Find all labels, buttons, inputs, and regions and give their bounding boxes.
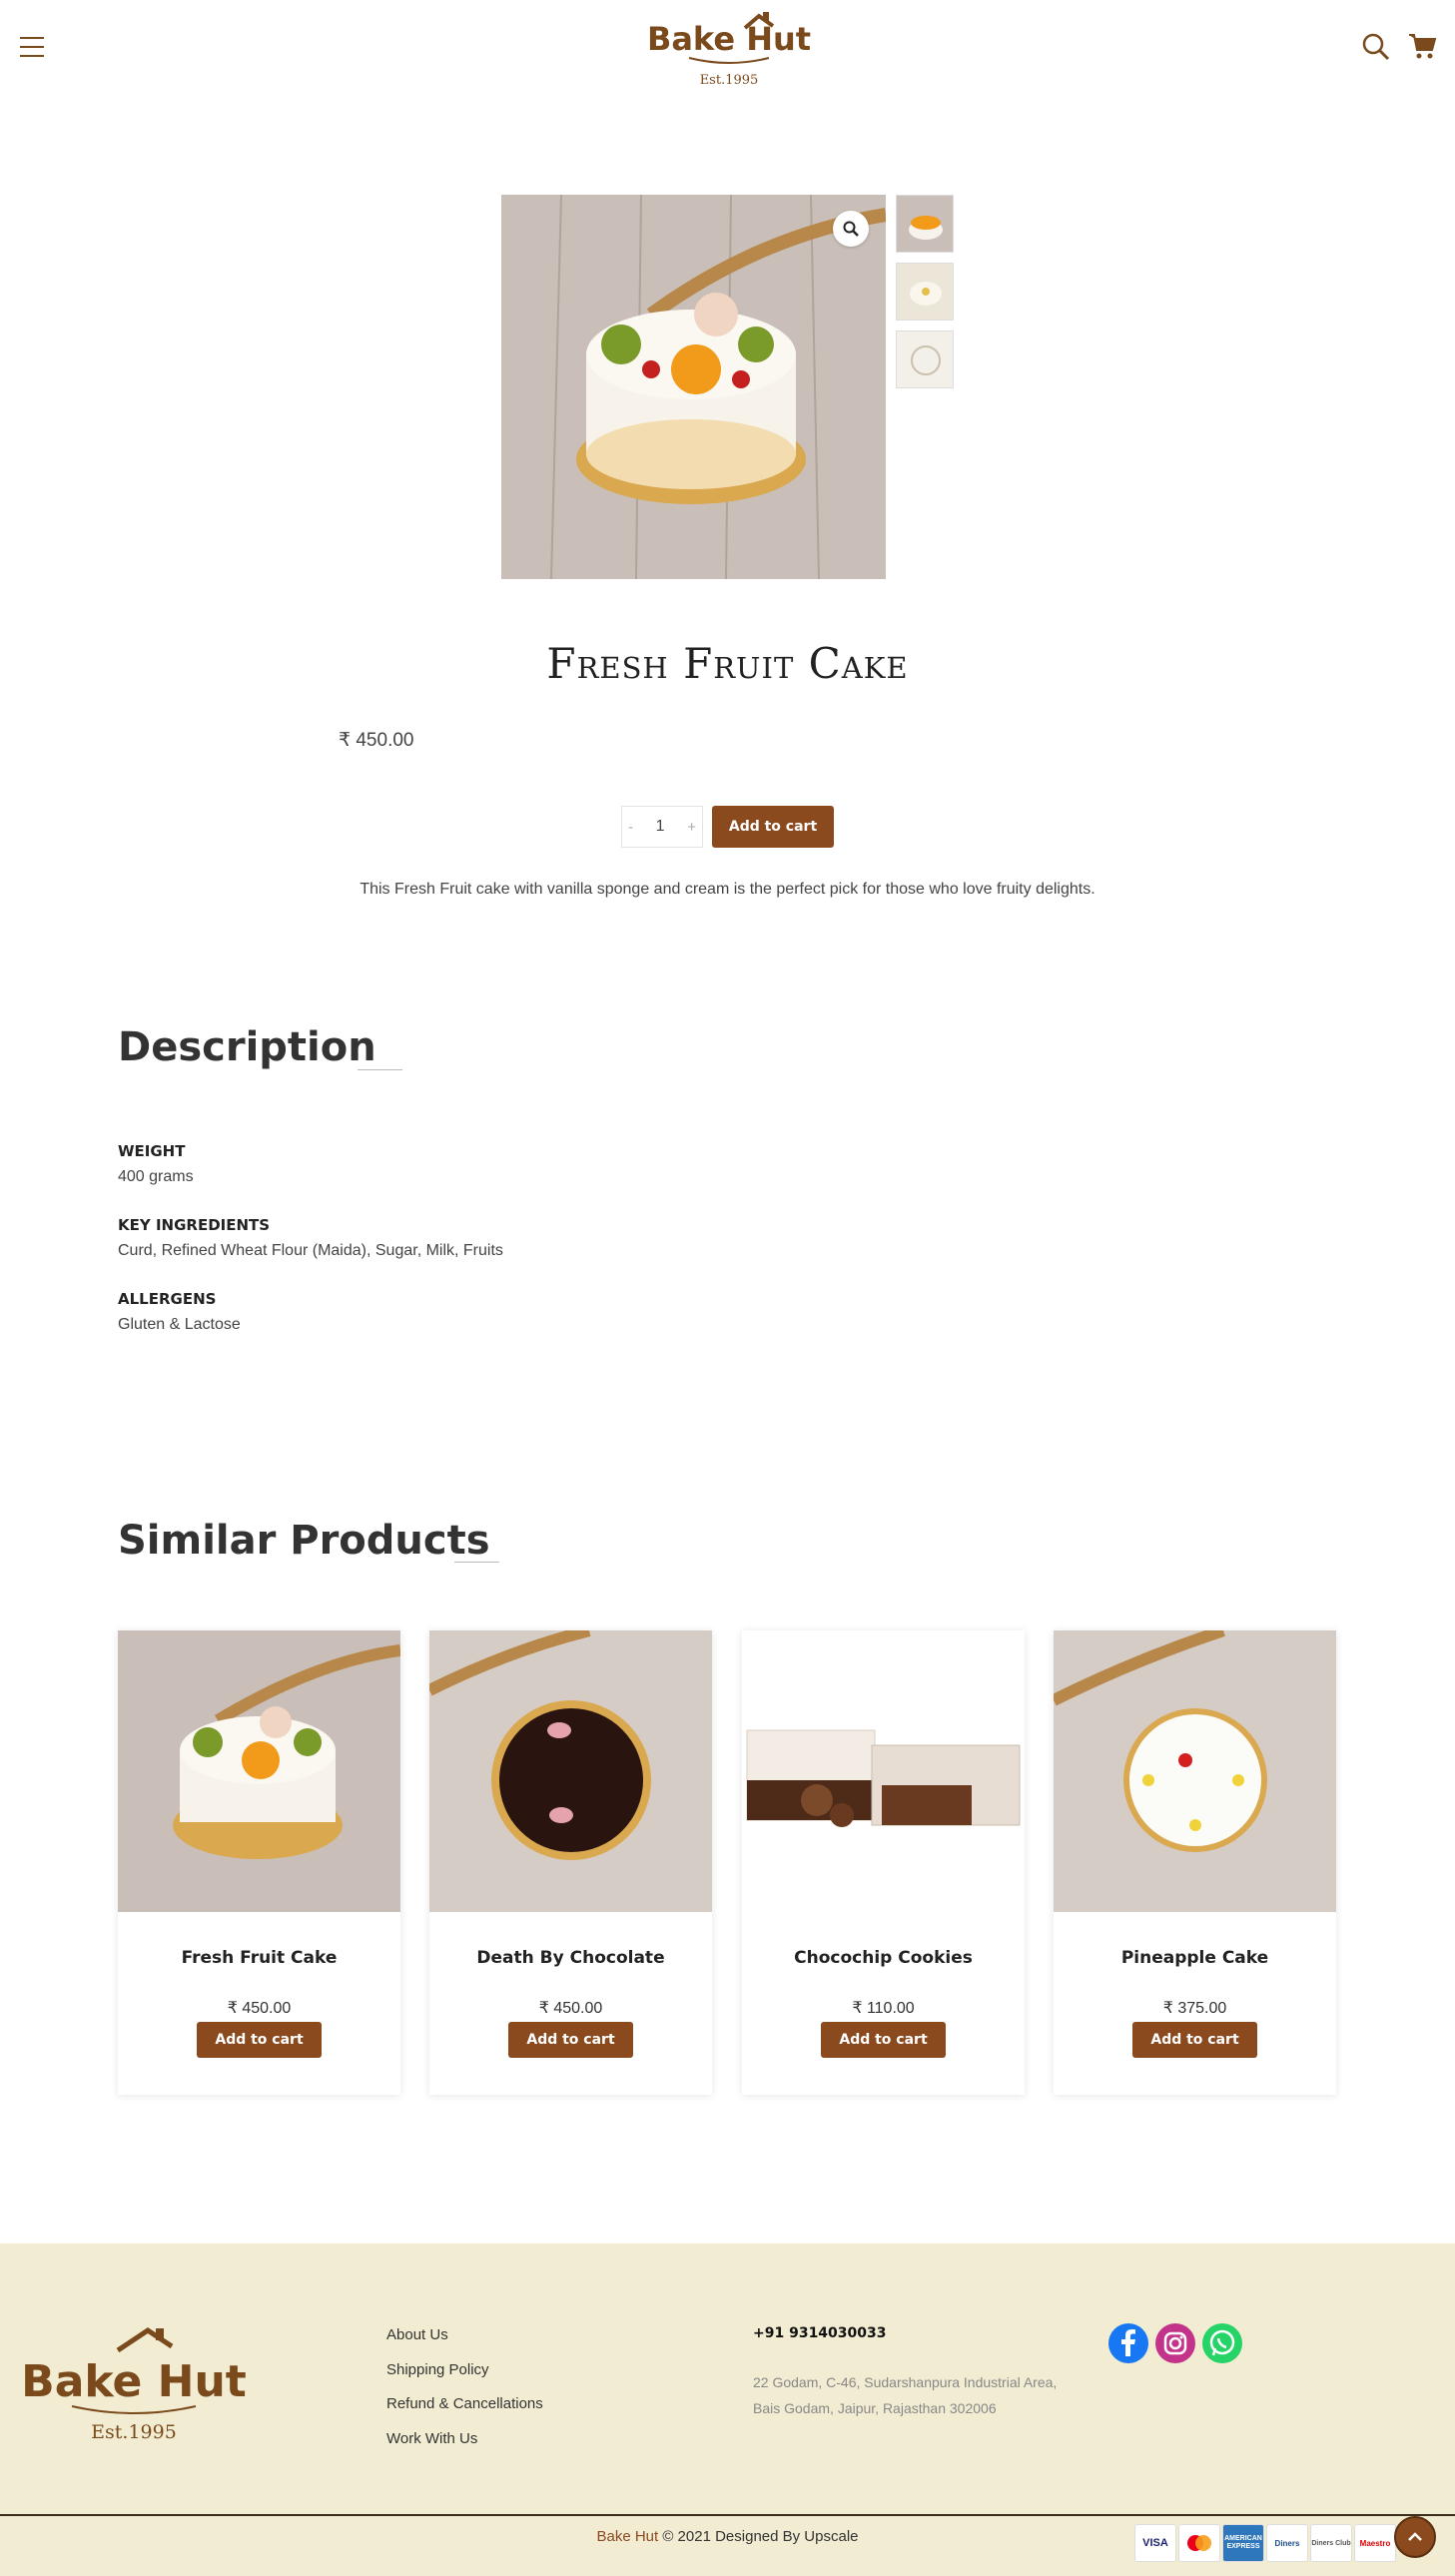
logo-image: Bake Hut Est.1995 xyxy=(647,12,811,88)
product-card-add-button[interactable]: Add to cart xyxy=(508,2022,633,2058)
thumbnail-image xyxy=(897,264,953,320)
instagram-link[interactable] xyxy=(1155,2323,1195,2363)
fruit-cake-photo xyxy=(501,195,886,579)
product-card-image[interactable] xyxy=(1054,1630,1336,1912)
product-main-image[interactable] xyxy=(501,195,886,579)
product-card-add-button[interactable]: Add to cart xyxy=(1132,2022,1257,2058)
svg-text:Est.1995: Est.1995 xyxy=(91,2421,177,2443)
site-logo[interactable]: Bake Hut Est.1995 xyxy=(637,6,821,94)
spec-label: KEY INGREDIENTS xyxy=(118,1216,271,1234)
product-card-price: ₹ 375.00 xyxy=(1162,2000,1227,2017)
spec-label: ALLERGENS xyxy=(118,1290,217,1308)
svg-text:Bake Hut: Bake Hut xyxy=(647,20,811,58)
cart-icon xyxy=(1409,34,1437,59)
product-card[interactable]: Fresh Fruit Cake ₹ 450.00 Add to cart xyxy=(118,1630,400,2095)
hamburger-icon xyxy=(20,37,44,39)
search-button[interactable] xyxy=(1362,33,1390,61)
footer-link-about[interactable]: About Us xyxy=(386,2326,448,2343)
product-card-add-button[interactable]: Add to cart xyxy=(197,2022,322,2058)
similar-products-heading: Similar Products xyxy=(118,1518,490,1564)
spec-label: WEIGHT xyxy=(118,1142,186,1160)
zoom-button[interactable] xyxy=(833,211,869,247)
heading-underline xyxy=(358,1069,402,1070)
product-card[interactable]: Pineapple Cake ₹ 375.00 Add to cart xyxy=(1054,1630,1336,2095)
chocolate-cake-photo xyxy=(429,1630,712,1912)
product-card-price: ₹ 110.00 xyxy=(852,2000,915,2017)
description-heading: Description xyxy=(118,1024,376,1070)
thumbnail-image xyxy=(897,196,953,252)
mastercard-icon xyxy=(1178,2524,1220,2562)
facebook-icon xyxy=(1121,2329,1135,2356)
amex-icon: AMERICAN EXPRESS xyxy=(1222,2524,1264,2562)
footer-divider xyxy=(0,2514,1455,2516)
instagram-icon xyxy=(1163,2331,1187,2355)
whatsapp-link[interactable] xyxy=(1202,2323,1242,2363)
product-card-add-button[interactable]: Add to cart xyxy=(821,2022,946,2058)
product-card-name[interactable]: Pineapple Cake xyxy=(1054,1948,1336,1968)
address-line-2: Bais Godam, Jaipur, Rajasthan 302006 xyxy=(753,2400,997,2416)
short-description: This Fresh Fruit cake with vanilla spong… xyxy=(360,881,1095,898)
product-title: Fresh Fruit Cake xyxy=(546,639,909,688)
qty-increase-button[interactable]: + xyxy=(687,819,696,836)
svg-text:Est.1995: Est.1995 xyxy=(700,73,759,88)
product-card-name[interactable]: Chocochip Cookies xyxy=(742,1948,1025,1968)
spec-value: Curd, Refined Wheat Flour (Maida), Sugar… xyxy=(118,1242,503,1259)
facebook-link[interactable] xyxy=(1108,2323,1148,2363)
thumbnail-1[interactable] xyxy=(896,195,954,253)
qty-decrease-button[interactable]: - xyxy=(628,819,633,836)
product-card[interactable]: Death By Chocolate ₹ 450.00 Add to cart xyxy=(429,1630,712,2095)
address-line-1: 22 Godam, C-46, Sudarshanpura Industrial… xyxy=(753,2374,1058,2390)
logo-image: Bake Hut Est.1995 xyxy=(21,2326,247,2443)
quantity-stepper[interactable]: - 1 + xyxy=(621,806,703,848)
thumbnail-2[interactable] xyxy=(896,263,954,321)
copyright-brand[interactable]: Bake Hut xyxy=(596,2528,658,2545)
contact-phone[interactable]: +91 9314030033 xyxy=(753,2325,887,2341)
pineapple-cake-photo xyxy=(1054,1630,1336,1912)
footer-logo[interactable]: Bake Hut Est.1995 xyxy=(21,2326,252,2446)
search-icon xyxy=(1362,33,1390,61)
product-price: ₹ 450.00 xyxy=(339,730,414,751)
footer-link-shipping[interactable]: Shipping Policy xyxy=(386,2361,489,2378)
thumbnail-3[interactable] xyxy=(896,330,954,388)
product-card-price: ₹ 450.00 xyxy=(538,2000,603,2017)
fruit-cake-photo xyxy=(118,1630,400,1912)
heading-underline xyxy=(454,1562,499,1563)
product-card-image[interactable] xyxy=(118,1630,400,1912)
magnifier-icon xyxy=(843,221,859,237)
cookies-box-photo xyxy=(742,1630,1025,1912)
chevron-up-icon xyxy=(1408,2532,1422,2541)
back-to-top-button[interactable] xyxy=(1394,2516,1436,2558)
cart-button[interactable] xyxy=(1407,32,1437,60)
footer-link-refund[interactable]: Refund & Cancellations xyxy=(386,2395,543,2412)
product-card-image[interactable] xyxy=(742,1630,1025,1912)
qty-value[interactable]: 1 xyxy=(656,818,665,836)
diners-club-icon: Diners Club xyxy=(1310,2524,1352,2562)
maestro-icon: Maestro xyxy=(1354,2524,1396,2562)
thumbnail-image xyxy=(897,331,953,387)
footer-link-work[interactable]: Work With Us xyxy=(386,2430,477,2447)
product-card-name[interactable]: Fresh Fruit Cake xyxy=(118,1948,400,1968)
product-card-image[interactable] xyxy=(429,1630,712,1912)
add-to-cart-button[interactable]: Add to cart xyxy=(712,806,834,848)
svg-text:Bake Hut: Bake Hut xyxy=(22,2356,247,2407)
menu-button[interactable] xyxy=(20,37,44,57)
spec-value: 400 grams xyxy=(118,1168,194,1185)
spec-value: Gluten & Lactose xyxy=(118,1316,241,1333)
whatsapp-icon xyxy=(1209,2329,1235,2356)
visa-icon: VISA xyxy=(1134,2524,1176,2562)
copyright-text: © 2021 Designed By Upscale xyxy=(658,2528,859,2545)
product-card[interactable]: Chocochip Cookies ₹ 110.00 Add to cart xyxy=(742,1630,1025,2095)
diners-icon: Diners xyxy=(1266,2524,1308,2562)
product-card-name[interactable]: Death By Chocolate xyxy=(429,1948,712,1968)
product-card-price: ₹ 450.00 xyxy=(227,2000,292,2017)
